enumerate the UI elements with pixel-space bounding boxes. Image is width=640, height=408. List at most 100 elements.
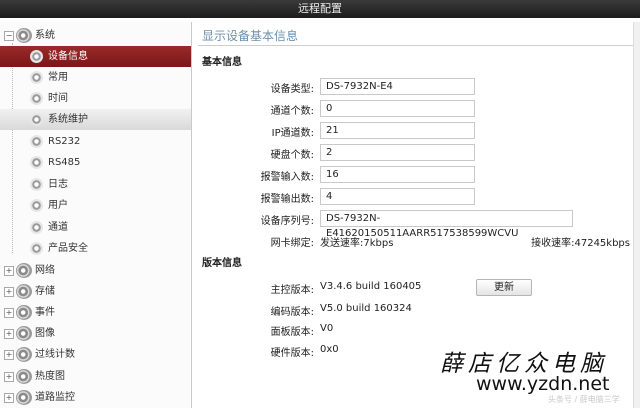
tree-node-label: 图像	[35, 328, 55, 339]
tree-node-label: 过线计数	[35, 349, 75, 360]
tree-node-event[interactable]: + 事件	[0, 302, 191, 323]
field-row-device-type: 设备类型: DS-7932N-E4	[192, 78, 640, 96]
alarm-inputs-field[interactable]: 16	[320, 166, 475, 183]
window-title: 远程配置	[298, 2, 342, 15]
alarm-outputs-field[interactable]: 4	[320, 188, 475, 205]
config-tree-sidebar: − 系统 设备信息 常用 时间 系统维护 RS232 RS485 日志 用户 通…	[0, 22, 192, 408]
tree-node-system[interactable]: − 系统	[0, 25, 191, 46]
field-row-serial-number: 设备序列号: DS-7932N-E41620150511AARR51753859…	[192, 210, 640, 239]
tree-item-channel[interactable]: 通道	[0, 217, 191, 238]
field-row-nic-binding: 网卡绑定: 发送速率:7kbps 接收速率:47245kbps	[192, 232, 640, 250]
tree-node-line-crossing-count[interactable]: + 过线计数	[0, 344, 191, 365]
tree-item-rs232[interactable]: RS232	[0, 131, 191, 152]
field-row-encode-version: 编码版本: V5.0 build 160324	[192, 301, 640, 319]
field-label: 设备类型:	[270, 84, 314, 95]
watermark-credit: 头条号 / 薛电脑三学	[548, 395, 620, 404]
field-label: 硬盘个数:	[270, 150, 314, 161]
main-version-value: V3.4.6 build 160405	[320, 281, 422, 292]
tree-item-maintenance[interactable]: 系统维护	[0, 109, 191, 130]
expand-icon[interactable]: +	[4, 287, 14, 297]
tree-item-label: 时间	[48, 93, 68, 104]
field-label: 面板版本:	[270, 327, 314, 338]
field-label: 编码版本:	[270, 307, 314, 318]
gear-icon	[16, 284, 32, 299]
tree-node-label: 系统	[35, 30, 55, 41]
tree-item-time[interactable]: 时间	[0, 88, 191, 109]
tree-item-label: RS232	[48, 136, 81, 147]
field-label: 通道个数:	[270, 106, 314, 117]
expand-icon[interactable]: +	[4, 308, 14, 318]
gear-icon	[30, 71, 43, 84]
field-label: IP通道数:	[271, 128, 314, 139]
tree-item-device-info[interactable]: 设备信息	[0, 46, 191, 67]
expand-icon[interactable]: +	[4, 266, 14, 276]
field-row-main-version: 主控版本: V3.4.6 build 160405 更新	[192, 279, 640, 297]
gear-icon	[30, 113, 43, 126]
page-title: 显示设备基本信息	[202, 29, 299, 43]
tree-item-label: 通道	[48, 222, 68, 233]
tree-node-label: 道路监控	[35, 392, 75, 403]
gear-icon	[30, 92, 43, 105]
tree-item-general[interactable]: 常用	[0, 67, 191, 88]
gear-icon	[30, 242, 43, 255]
tree-item-label: 常用	[48, 72, 68, 83]
gear-icon	[30, 199, 43, 212]
field-label: 主控版本:	[270, 285, 314, 296]
tree-item-user[interactable]: 用户	[0, 195, 191, 216]
tree-node-label: 事件	[35, 307, 55, 318]
gear-icon	[16, 390, 32, 405]
tree-item-rs485[interactable]: RS485	[0, 152, 191, 173]
tree-item-label: 日志	[48, 179, 68, 190]
expand-icon[interactable]: +	[4, 393, 14, 403]
watermark-url: www.yzdn.net	[476, 373, 610, 395]
tree-item-label: 设备信息	[48, 51, 88, 62]
tree-item-label: 产品安全	[48, 243, 88, 254]
section-heading-version: 版本信息	[202, 258, 242, 269]
field-row-channel-count: 通道个数: 0	[192, 100, 640, 118]
device-type-field[interactable]: DS-7932N-E4	[320, 78, 475, 95]
field-row-ip-channels: IP通道数: 21	[192, 122, 640, 140]
section-heading-basic: 基本信息	[202, 57, 242, 68]
tree-node-network[interactable]: + 网络	[0, 260, 191, 281]
vertical-scrollbar[interactable]	[633, 22, 640, 408]
gear-icon	[30, 50, 43, 63]
tree-item-log[interactable]: 日志	[0, 174, 191, 195]
tree-node-road-monitoring[interactable]: + 道路监控	[0, 387, 191, 408]
gear-icon	[16, 326, 32, 341]
nic-tx-rate: 发送速率:7kbps	[320, 238, 394, 249]
channel-count-field[interactable]: 0	[320, 100, 475, 117]
tree-node-heatmap[interactable]: + 热度图	[0, 366, 191, 387]
field-label: 网卡绑定:	[270, 238, 314, 249]
tree-item-label: 系统维护	[48, 114, 88, 125]
field-label: 硬件版本:	[270, 348, 314, 359]
ip-channels-field[interactable]: 21	[320, 122, 475, 139]
gear-icon	[16, 263, 32, 278]
update-button[interactable]: 更新	[476, 279, 532, 296]
tree-node-image[interactable]: + 图像	[0, 323, 191, 344]
field-row-panel-version: 面板版本: V0	[192, 321, 640, 339]
hardware-version-value: 0x0	[320, 344, 339, 355]
tree-item-product-security[interactable]: 产品安全	[0, 238, 191, 259]
gear-icon	[30, 178, 43, 191]
gear-icon	[16, 369, 32, 384]
gear-icon	[30, 221, 43, 234]
expand-icon[interactable]: +	[4, 329, 14, 339]
title-divider	[198, 45, 634, 46]
field-row-alarm-outputs: 报警输出数: 4	[192, 188, 640, 206]
encode-version-value: V5.0 build 160324	[320, 303, 412, 314]
field-row-disk-count: 硬盘个数: 2	[192, 144, 640, 162]
expand-icon[interactable]: +	[4, 350, 14, 360]
collapse-icon[interactable]: −	[4, 31, 14, 41]
window-title-bar: 远程配置	[0, 0, 640, 18]
gear-icon	[30, 135, 43, 148]
field-label: 报警输出数:	[260, 194, 314, 205]
gear-icon	[16, 305, 32, 320]
tree-node-storage[interactable]: + 存储	[0, 281, 191, 302]
field-row-alarm-inputs: 报警输入数: 16	[192, 166, 640, 184]
gear-icon	[16, 347, 32, 362]
gear-icon	[30, 156, 43, 169]
tree-item-label: RS485	[48, 157, 81, 168]
disk-count-field[interactable]: 2	[320, 144, 475, 161]
expand-icon[interactable]: +	[4, 372, 14, 382]
serial-number-field[interactable]: DS-7932N-E41620150511AARR517538599WCVU	[320, 210, 573, 239]
